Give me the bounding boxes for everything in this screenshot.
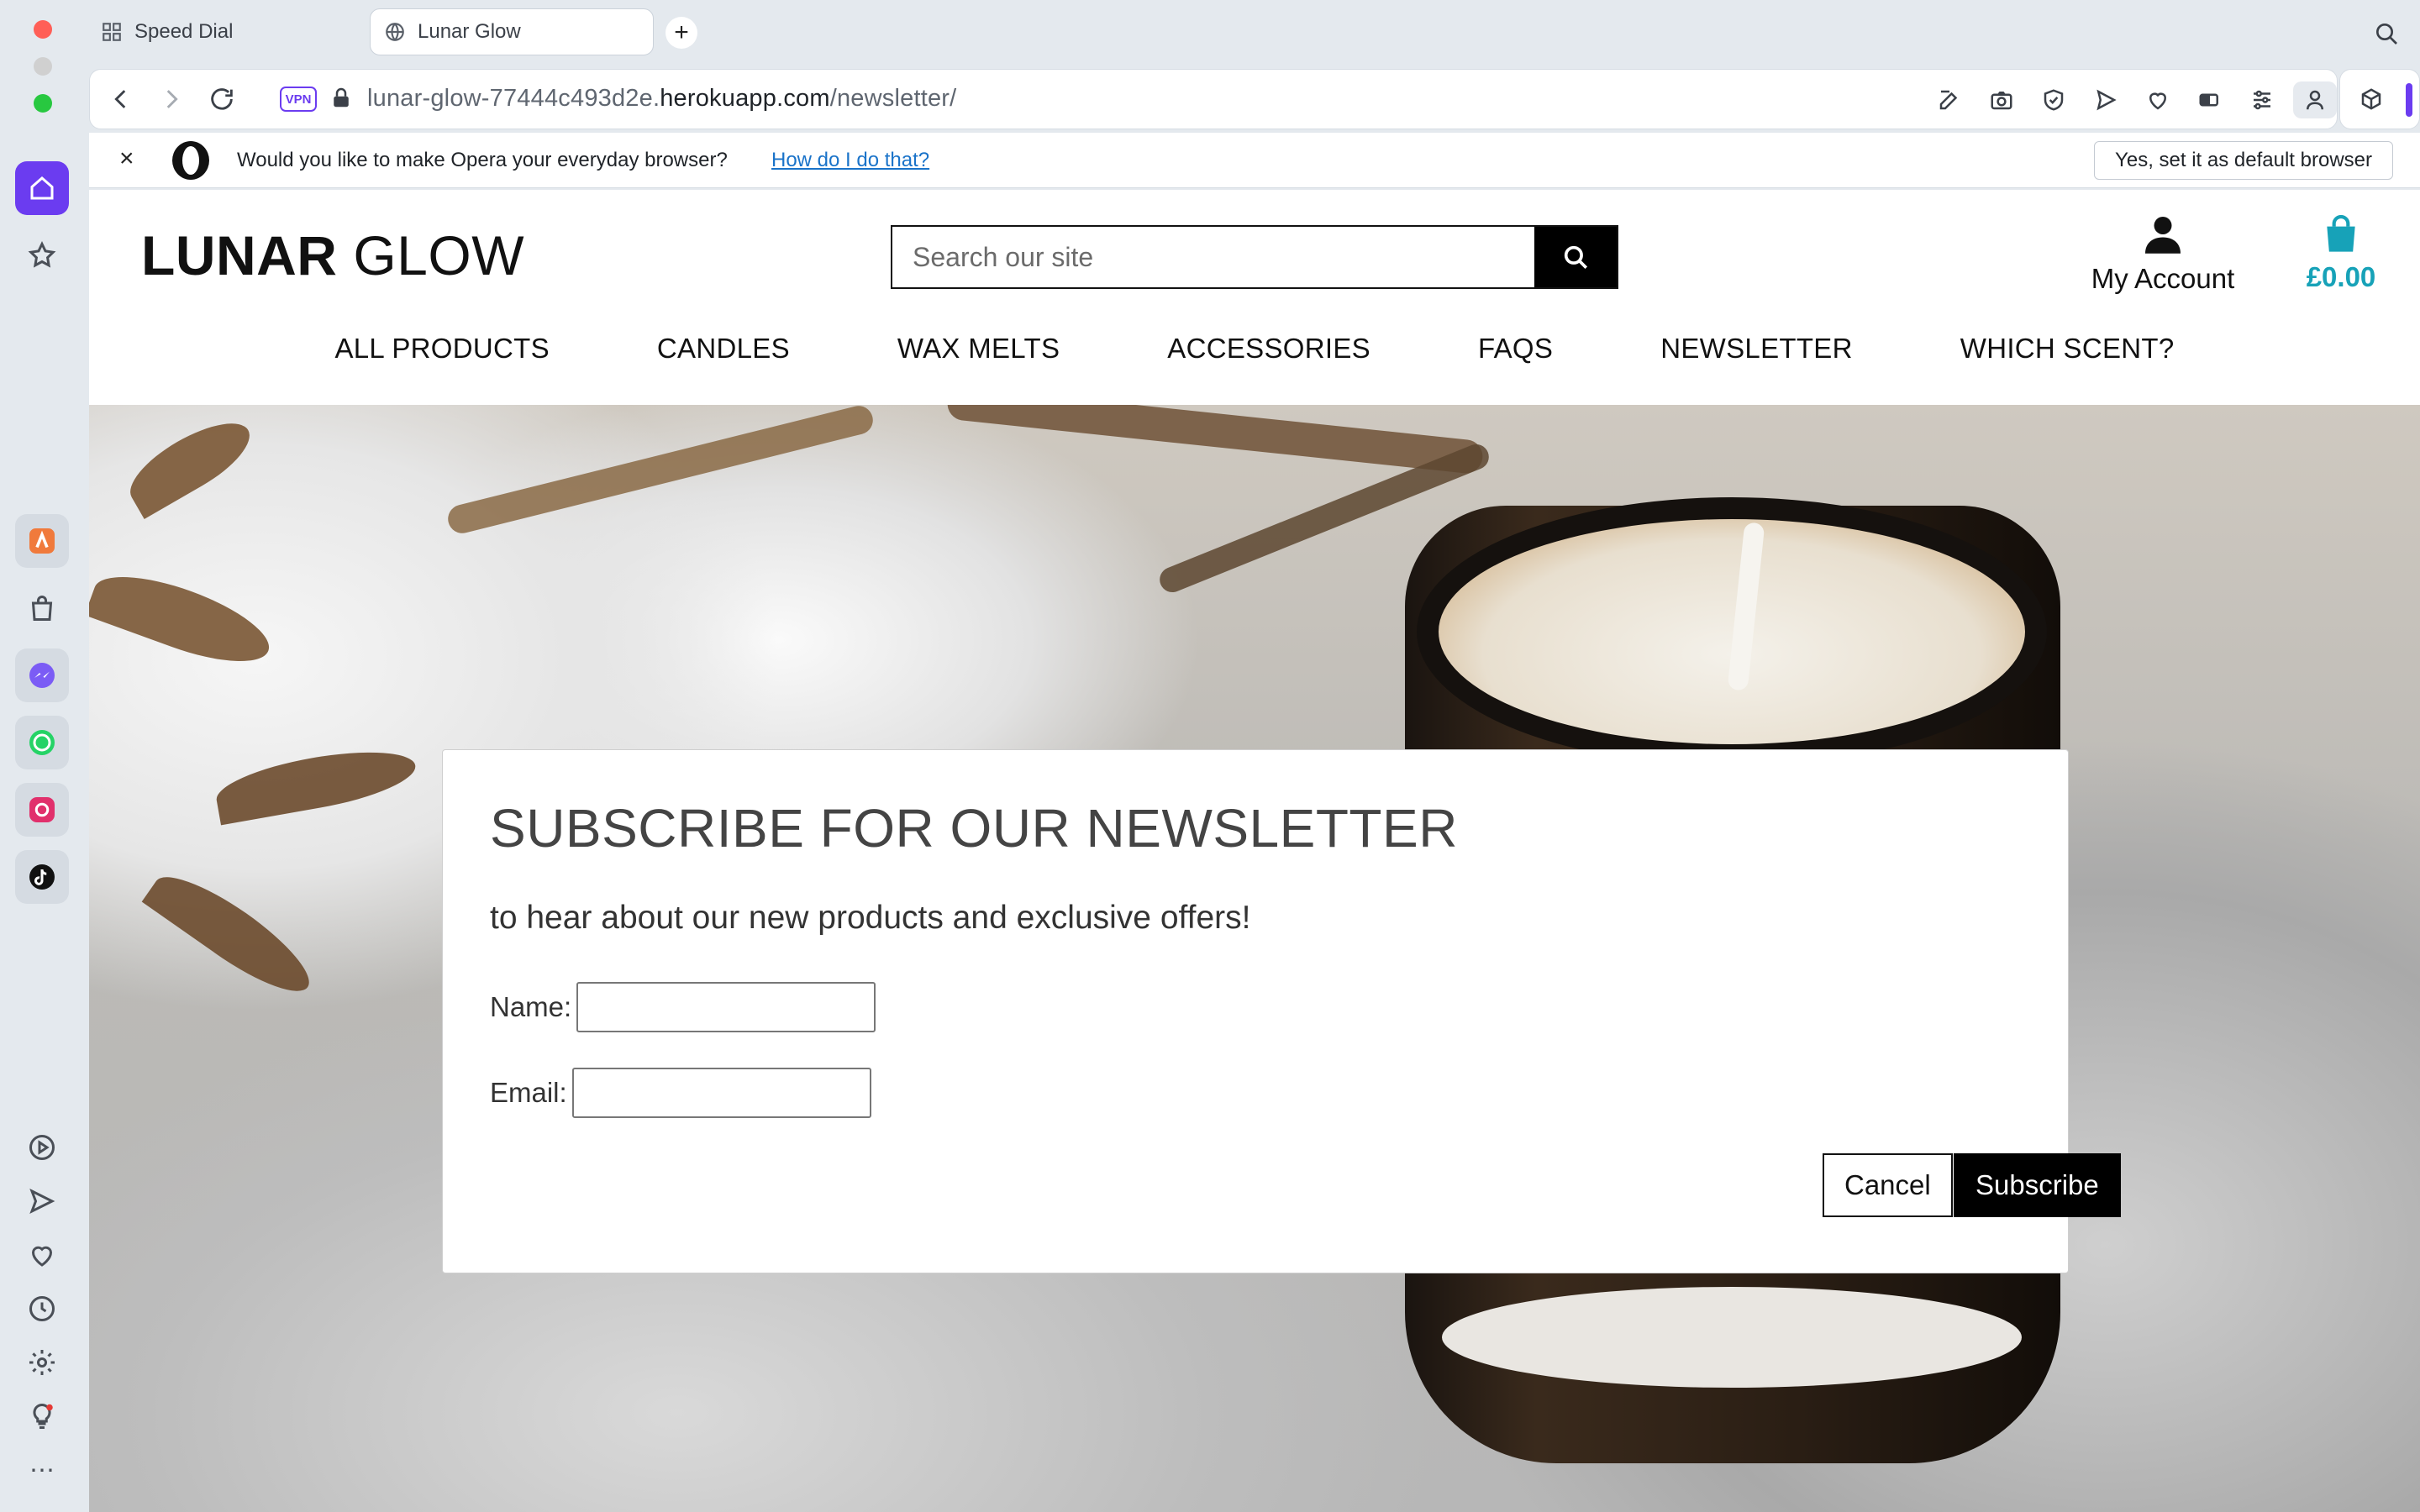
- logo-bold: LUNAR: [141, 224, 338, 286]
- adblock-shield-icon[interactable]: [2028, 81, 2080, 118]
- my-account-link[interactable]: My Account: [2079, 215, 2247, 295]
- search-input[interactable]: [892, 227, 1534, 287]
- prompt-message: Would you like to make Opera your everyd…: [237, 149, 728, 171]
- bookmarks-star-icon[interactable]: [15, 228, 69, 282]
- settings-gear-icon[interactable]: [15, 1336, 69, 1389]
- newsletter-modal: SUBSCRIBE FOR OUR NEWSLETTER to hear abo…: [442, 749, 2121, 1273]
- history-clock-icon[interactable]: [15, 1282, 69, 1336]
- tab-strip: Speed Dial Lunar Glow +: [87, 0, 2420, 67]
- website-viewport: LUNAR GLOW My Account £0.00 ALL PRODUCTS…: [89, 190, 2420, 1512]
- search-icon: [1564, 245, 1588, 270]
- cart-link[interactable]: £0.00: [2291, 215, 2391, 293]
- name-label: Name:: [490, 991, 572, 1022]
- globe-icon: [386, 23, 404, 41]
- tab-lunar-glow[interactable]: Lunar Glow: [370, 8, 654, 55]
- battery-saver-icon[interactable]: [2184, 81, 2236, 118]
- vpn-badge[interactable]: VPN: [280, 87, 317, 112]
- hero-candle-rim: [1417, 497, 2047, 766]
- address-bar-tools: [1923, 81, 2337, 118]
- reload-icon[interactable]: [208, 85, 236, 118]
- nav-faqs[interactable]: FAQS: [1478, 333, 1553, 365]
- search-button[interactable]: [1534, 227, 1617, 287]
- email-field-row: Email:: [490, 1068, 871, 1118]
- url-host: herokuapp.com: [660, 85, 830, 112]
- new-tab-button[interactable]: +: [666, 17, 697, 49]
- forward-icon[interactable]: [157, 85, 186, 118]
- url-subdomain: lunar-glow-77444c493d2e.: [367, 85, 660, 112]
- url-path: /newsletter/: [829, 85, 957, 112]
- how-do-i-link[interactable]: How do I do that?: [771, 149, 929, 172]
- shopping-bag-icon[interactable]: [15, 581, 69, 635]
- extensions-area: [2339, 69, 2420, 129]
- messenger-icon[interactable]: [15, 648, 69, 702]
- modal-subtitle: to hear about our new products and exclu…: [490, 900, 1251, 936]
- tab-label: Speed Dial: [134, 20, 234, 43]
- tab-speed-dial[interactable]: Speed Dial: [87, 8, 246, 55]
- aria-app-icon[interactable]: [15, 514, 69, 568]
- tips-lightbulb-icon[interactable]: [15, 1389, 69, 1443]
- sidebar-toggle-indicator[interactable]: [2406, 83, 2412, 117]
- favorite-heart-icon[interactable]: [2132, 81, 2184, 118]
- nav-all-products[interactable]: ALL PRODUCTS: [334, 333, 549, 365]
- back-icon[interactable]: [107, 85, 135, 118]
- hero-leaf: [212, 740, 420, 826]
- tab-label: Lunar Glow: [418, 20, 521, 43]
- speed-dial-grid-icon: [103, 23, 121, 41]
- name-field-row: Name:: [490, 982, 876, 1032]
- close-window-button[interactable]: [34, 20, 52, 39]
- url-field[interactable]: lunar-glow-77444c493d2e.herokuapp.com/ne…: [367, 85, 956, 113]
- cart-total: £0.00: [2306, 261, 2376, 292]
- subscribe-button[interactable]: Subscribe: [1954, 1153, 2121, 1217]
- tiktok-icon[interactable]: [15, 850, 69, 904]
- nav-which-scent[interactable]: WHICH SCENT?: [1960, 333, 2175, 365]
- email-label: Email:: [490, 1077, 567, 1108]
- cancel-button[interactable]: Cancel: [1823, 1153, 1953, 1217]
- hero-leaf: [89, 559, 279, 679]
- account-label: My Account: [2091, 263, 2235, 294]
- hero-twig: [945, 405, 1485, 475]
- site-logo[interactable]: LUNAR GLOW: [141, 223, 524, 287]
- nav-wax-melts[interactable]: WAX MELTS: [897, 333, 1060, 365]
- instagram-icon[interactable]: [15, 783, 69, 837]
- hero-leaf: [141, 860, 323, 1008]
- shopping-bag-icon: [2327, 215, 2355, 252]
- main-nav: ALL PRODUCTS CANDLES WAX MELTS ACCESSORI…: [89, 333, 2420, 365]
- send-icon[interactable]: [15, 1174, 69, 1228]
- player-icon[interactable]: [15, 1121, 69, 1174]
- browser-sidebar: ⋯: [0, 0, 87, 1512]
- site-header: LUNAR GLOW My Account £0.00 ALL PRODUCTS…: [89, 190, 2420, 405]
- whatsapp-icon[interactable]: [15, 716, 69, 769]
- camera-snapshot-icon[interactable]: [1975, 81, 2028, 118]
- send-flow-icon[interactable]: [2080, 81, 2132, 118]
- easy-setup-edit-icon[interactable]: [1923, 81, 1975, 118]
- minimize-window-button[interactable]: [34, 57, 52, 76]
- user-icon: [2145, 217, 2181, 254]
- site-search: [891, 225, 1618, 289]
- tab-search-icon[interactable]: [2373, 20, 2400, 51]
- modal-title: SUBSCRIBE FOR OUR NEWSLETTER: [490, 798, 1458, 858]
- opera-logo-icon: [172, 141, 209, 180]
- hero-twig: [445, 405, 876, 537]
- maximize-window-button[interactable]: [34, 94, 52, 113]
- nav-accessories[interactable]: ACCESSORIES: [1167, 333, 1370, 365]
- heart-icon[interactable]: [15, 1228, 69, 1282]
- set-default-browser-button[interactable]: Yes, set it as default browser: [2094, 141, 2393, 180]
- lock-icon[interactable]: [329, 85, 354, 114]
- default-browser-prompt: × Would you like to make Opera your ever…: [89, 133, 2420, 188]
- email-input[interactable]: [571, 1068, 871, 1118]
- easy-setup-sliders-icon[interactable]: [2236, 81, 2288, 118]
- nav-newsletter[interactable]: NEWSLETTER: [1660, 333, 1853, 365]
- hero-candle-base: [1442, 1287, 2022, 1388]
- nav-candles[interactable]: CANDLES: [657, 333, 790, 365]
- hero-leaf: [118, 408, 261, 519]
- name-input[interactable]: [576, 982, 876, 1032]
- home-icon[interactable]: [15, 161, 69, 215]
- profile-icon[interactable]: [2293, 81, 2337, 118]
- extensions-cube-icon[interactable]: [2359, 87, 2384, 116]
- address-bar: VPN lunar-glow-77444c493d2e.herokuapp.co…: [89, 69, 2338, 129]
- logo-light: GLOW: [353, 224, 524, 286]
- close-icon[interactable]: ×: [119, 144, 134, 173]
- more-options-icon[interactable]: ⋯: [15, 1443, 69, 1497]
